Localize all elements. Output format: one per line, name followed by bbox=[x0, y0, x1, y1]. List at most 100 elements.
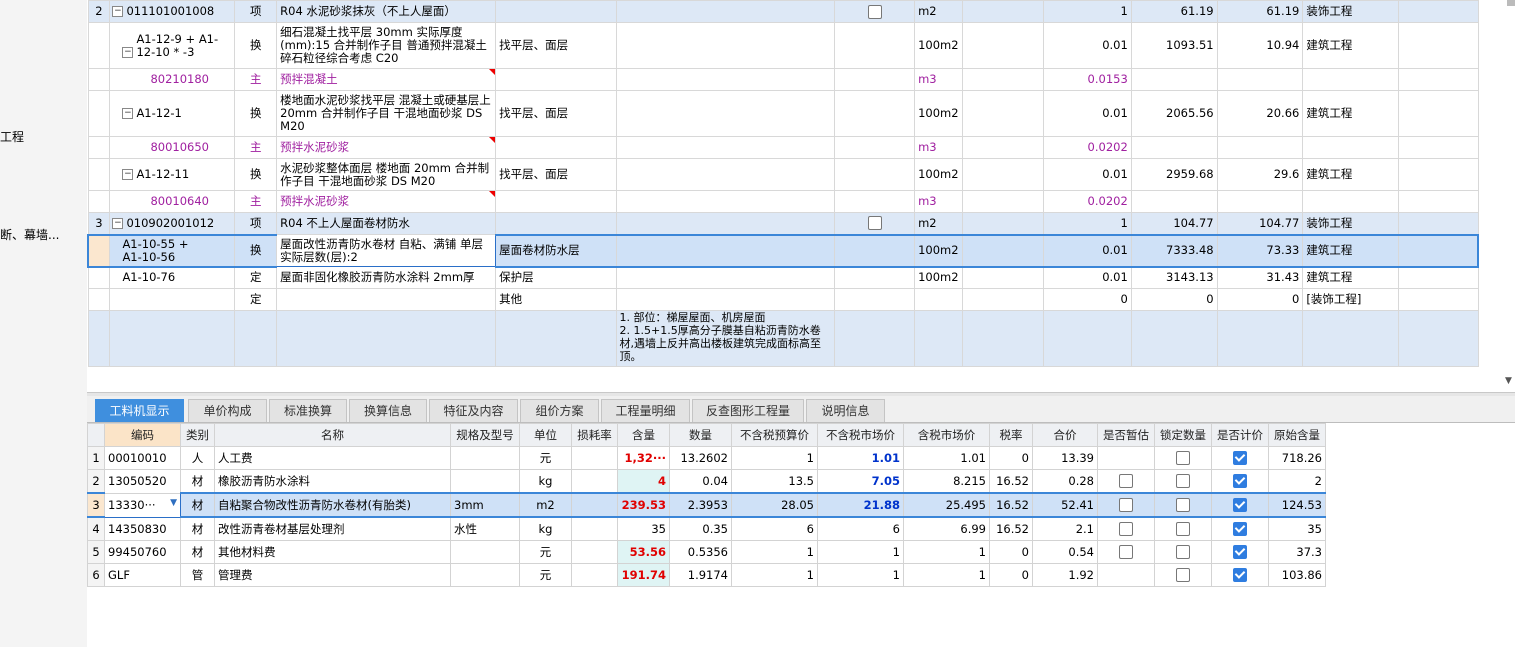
empty-cell[interactable] bbox=[1397, 266, 1479, 289]
specialty-cell[interactable]: 装饰工程 bbox=[1302, 212, 1399, 235]
row-number[interactable] bbox=[87, 310, 111, 367]
type-cell[interactable]: 项 bbox=[234, 0, 278, 23]
bill-item-row[interactable]: 3−010902001012 项 R04 不上人屋面卷材防水 m2 1 104.77 104… bbox=[87, 212, 1479, 235]
spec-cell[interactable]: 水性 bbox=[450, 516, 520, 541]
feature-description-cell[interactable] bbox=[615, 233, 836, 268]
collapse-toggle-icon[interactable]: − bbox=[112, 217, 124, 229]
total-price-cell[interactable] bbox=[1216, 68, 1304, 91]
header-tax-market-price[interactable]: 含税市场价 bbox=[903, 423, 990, 447]
empty-cell[interactable] bbox=[961, 190, 1045, 213]
tax-rate-cell[interactable]: 16.52 bbox=[989, 492, 1033, 518]
unit-price-cell[interactable]: 7333.48 bbox=[1130, 233, 1218, 268]
is-priced-cell[interactable] bbox=[1211, 540, 1269, 564]
name-cell[interactable] bbox=[276, 310, 497, 367]
unit-cell[interactable]: 100m2 bbox=[914, 22, 963, 69]
scroll-thumb[interactable] bbox=[1507, 0, 1515, 6]
is-estimate-cell[interactable] bbox=[1097, 540, 1155, 564]
code-cell[interactable]: −011101001008 bbox=[109, 0, 236, 23]
estimate-checkbox[interactable] bbox=[1119, 522, 1133, 537]
code-dropdown-icon[interactable]: ▼ bbox=[170, 498, 177, 508]
resource-row[interactable]: 3 13330··· ▼ 材自粘聚合物改性沥青防水卷材(有胎类) 3mm m2 239.53… bbox=[87, 492, 1326, 518]
header-budget-price[interactable]: 不含税预算价 bbox=[731, 423, 818, 447]
original-content-cell[interactable]: 103.86 bbox=[1268, 563, 1326, 587]
name-cell[interactable]: 其他材料费 bbox=[214, 540, 451, 564]
collapse-toggle-icon[interactable]: − bbox=[112, 6, 124, 17]
specialty-cell[interactable] bbox=[1302, 68, 1399, 91]
checkbox-cell[interactable] bbox=[834, 288, 916, 311]
name-cell[interactable]: 屋面非固化橡胶沥青防水涂料 2mm厚 bbox=[276, 266, 497, 289]
lock-quantity-cell[interactable] bbox=[1154, 540, 1212, 564]
row-number[interactable] bbox=[87, 68, 111, 91]
empty-cell[interactable] bbox=[1397, 288, 1479, 311]
unit-cell[interactable] bbox=[914, 288, 963, 311]
type-cell[interactable]: 定 bbox=[234, 266, 278, 289]
row-number[interactable] bbox=[87, 158, 111, 191]
feature-description-cell[interactable]: 1. 部位：梯屋屋面、机房屋面 2. 1.5+1.5厚高分子膜基自粘沥青防水卷材… bbox=[615, 310, 836, 367]
feature-description-cell[interactable] bbox=[615, 68, 836, 91]
budget-price-cell[interactable]: 28.05 bbox=[731, 492, 818, 518]
loss-rate-cell[interactable] bbox=[571, 446, 618, 470]
total-cell[interactable]: 2.1 bbox=[1032, 516, 1098, 541]
is-estimate-cell[interactable] bbox=[1097, 469, 1155, 494]
priced-checkbox[interactable] bbox=[1233, 568, 1247, 583]
type-cell[interactable]: 换 bbox=[234, 233, 278, 268]
total-price-cell[interactable]: 10.94 bbox=[1216, 22, 1304, 69]
unit-cell[interactable]: m3 bbox=[914, 190, 963, 213]
tax-rate-cell[interactable]: 16.52 bbox=[989, 469, 1033, 494]
priced-checkbox[interactable] bbox=[1233, 545, 1247, 560]
name-cell[interactable]: 水泥砂浆整体面层 楼地面 20mm 合并制作子目 干混地面砂浆 DS M20 bbox=[276, 158, 497, 191]
quota-row[interactable]: − A1-12-11 换水泥砂浆整体面层 楼地面 20mm 合并制作子目 干混地面砂… bbox=[87, 158, 1479, 191]
unit-cell[interactable]: m2 bbox=[519, 492, 572, 518]
empty-cell[interactable] bbox=[961, 288, 1045, 311]
code-cell[interactable]: 14350830 bbox=[104, 516, 181, 541]
tab-pricing-scheme[interactable]: 组价方案 bbox=[520, 399, 599, 422]
quantity-cell[interactable]: 13.2602 bbox=[669, 446, 732, 470]
header-lock-quantity[interactable]: 锁定数量 bbox=[1154, 423, 1212, 447]
tax-rate-cell[interactable]: 0 bbox=[989, 446, 1033, 470]
unit-price-cell[interactable]: 3143.13 bbox=[1130, 266, 1218, 289]
empty-cell[interactable] bbox=[1397, 233, 1479, 268]
specialty-cell[interactable]: 建筑工程 bbox=[1302, 233, 1399, 268]
tax-rate-cell[interactable]: 16.52 bbox=[989, 516, 1033, 541]
quantity-cell[interactable]: 0.01 bbox=[1043, 22, 1132, 69]
header-spec[interactable]: 规格及型号 bbox=[450, 423, 520, 447]
tab-labor-material-machine[interactable]: 工料机显示 bbox=[95, 399, 184, 422]
category-cell[interactable]: 材 bbox=[180, 540, 215, 564]
loss-rate-cell[interactable] bbox=[571, 540, 618, 564]
unit-cell[interactable]: 100m2 bbox=[914, 233, 963, 268]
lock-quantity-cell[interactable] bbox=[1154, 563, 1212, 587]
category-cell[interactable]: 管 bbox=[180, 563, 215, 587]
feature-description-cell[interactable] bbox=[615, 0, 836, 23]
content-cell[interactable]: 4 bbox=[617, 469, 670, 494]
quantity-cell[interactable]: 0.5356 bbox=[669, 540, 732, 564]
resource-row[interactable]: 1 00010010 人人工费元 1,32··· 13.2602 1 1.01 1.01 0 13… bbox=[87, 446, 1326, 470]
code-cell[interactable]: −A1-12-9 + A1-12-10 * -3 bbox=[109, 22, 236, 69]
market-price-cell[interactable]: 21.88 bbox=[817, 492, 904, 518]
quantity-cell[interactable]: 0 bbox=[1043, 288, 1132, 311]
unit-cell[interactable] bbox=[914, 310, 963, 367]
material-row[interactable]: 80010650 主预拌水泥砂浆 m3 0.0202 bbox=[87, 136, 1479, 159]
project-feature-cell[interactable]: 屋面卷材防水层 bbox=[495, 233, 617, 268]
header-is-priced[interactable]: 是否计价 bbox=[1211, 423, 1269, 447]
lock-quantity-checkbox[interactable] bbox=[1176, 522, 1190, 537]
quota-row[interactable]: − A1-12-1 换楼地面水泥砂浆找平层 混凝土或硬基层上 20mm 合并制作子目… bbox=[87, 90, 1479, 137]
budget-price-cell[interactable]: 6 bbox=[731, 516, 818, 541]
code-cell[interactable]: −010902001012 bbox=[109, 212, 236, 235]
empty-cell[interactable] bbox=[1397, 136, 1479, 159]
bill-item-row[interactable]: 1. 部位：梯屋屋面、机房屋面 2. 1.5+1.5厚高分子膜基自粘沥青防水卷材… bbox=[87, 310, 1479, 367]
unit-cell[interactable]: m3 bbox=[914, 68, 963, 91]
material-row[interactable]: 80210180 主预拌混凝土 m3 0.0153 bbox=[87, 68, 1479, 91]
is-priced-cell[interactable] bbox=[1211, 492, 1269, 518]
total-cell[interactable]: 1.92 bbox=[1032, 563, 1098, 587]
header-quantity[interactable]: 数量 bbox=[669, 423, 732, 447]
original-content-cell[interactable]: 718.26 bbox=[1268, 446, 1326, 470]
header-tax-rate[interactable]: 税率 bbox=[989, 423, 1033, 447]
row-number[interactable] bbox=[87, 90, 111, 137]
tax-market-price-cell[interactable]: 8.215 bbox=[903, 469, 990, 494]
resource-row[interactable]: 5 99450760 材其他材料费元 53.56 0.5356 1 1 1 0 0.54 37.3 bbox=[87, 540, 1326, 564]
spec-cell[interactable]: 3mm bbox=[450, 492, 520, 518]
code-cell[interactable]: 13330··· ▼ bbox=[104, 492, 181, 518]
row-number[interactable]: 5 bbox=[87, 540, 105, 564]
total-cell[interactable]: 13.39 bbox=[1032, 446, 1098, 470]
type-cell[interactable]: 主 bbox=[234, 190, 278, 213]
